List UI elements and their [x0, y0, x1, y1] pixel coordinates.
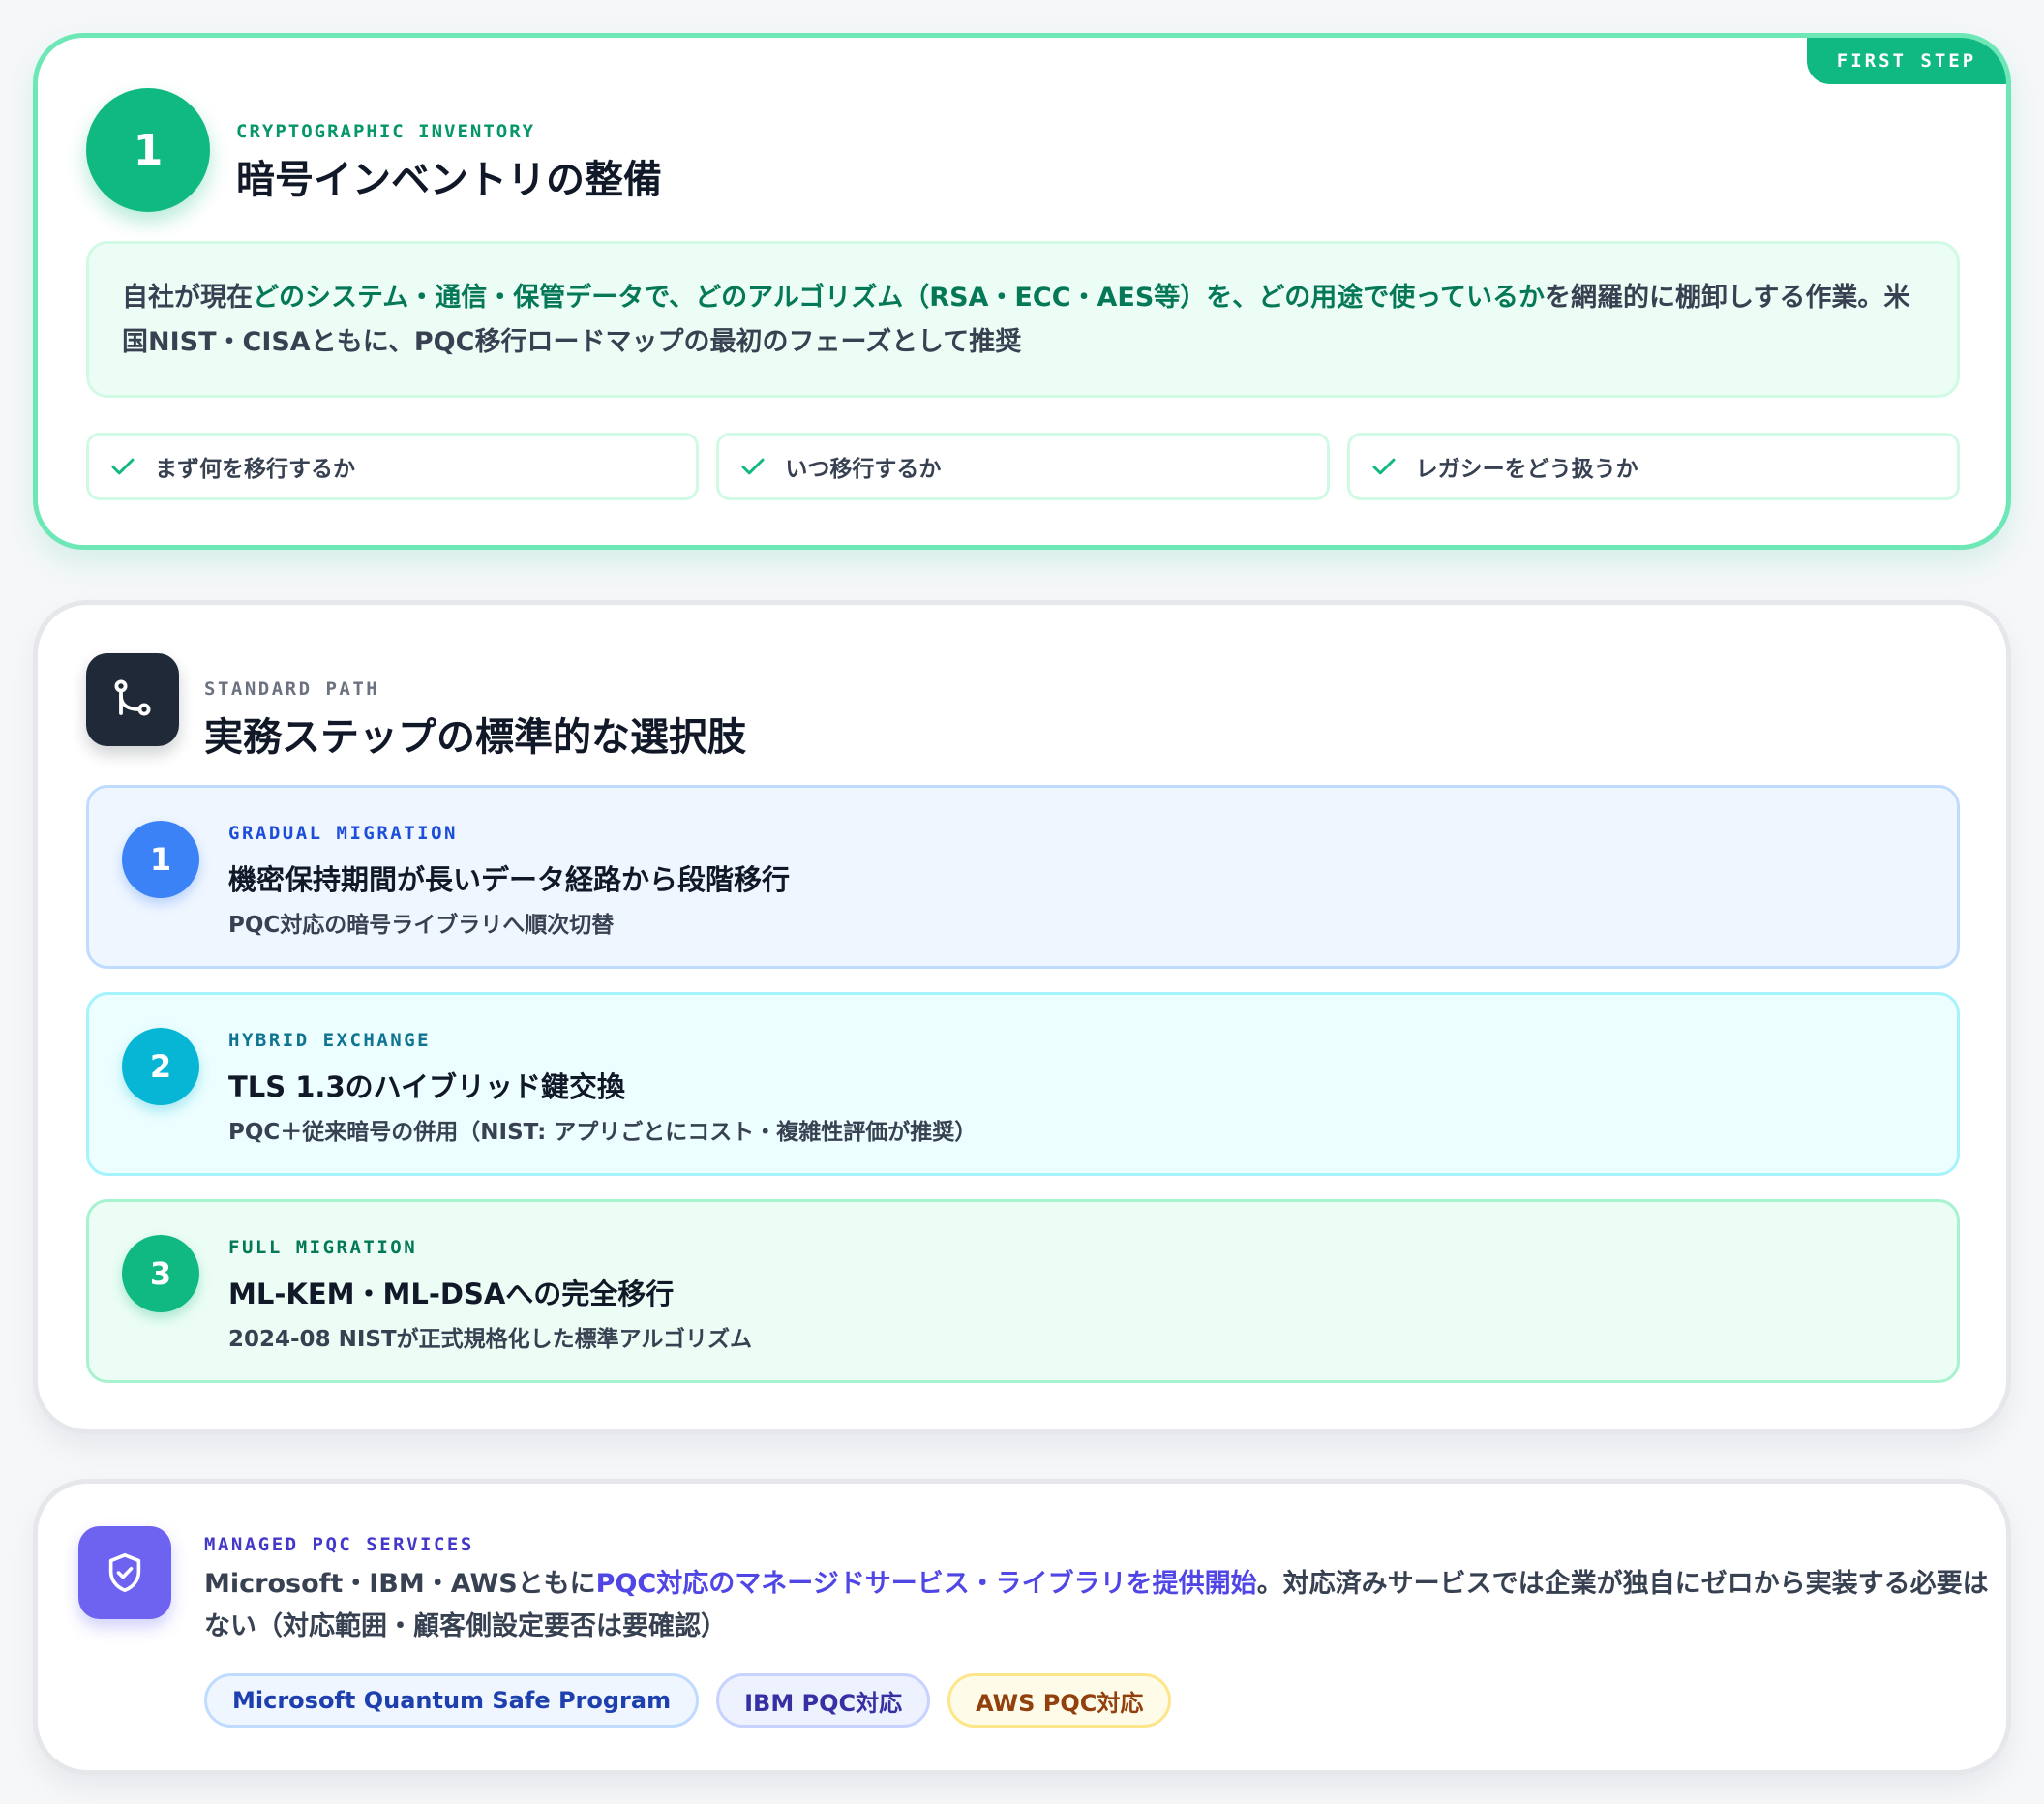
- inventory-eyebrow: CRYPTOGRAPHIC INVENTORY: [236, 121, 536, 142]
- inventory-title: 暗号インベントリの整備: [236, 158, 662, 202]
- step-number-badge: 2: [122, 1028, 199, 1105]
- checklist-item: いつ移行するか: [716, 433, 1330, 500]
- step-title: TLS 1.3のハイブリッド鍵交換: [228, 1070, 626, 1103]
- checklist-item-label: レガシーをどう扱うか: [1415, 457, 1638, 482]
- check-icon: [741, 458, 765, 475]
- check-icon: [1372, 458, 1396, 475]
- step-number-badge: 1: [122, 821, 199, 898]
- managed-services-card: MANAGED PQC SERVICES Microsoft・IBM・AWSとも…: [33, 1479, 2011, 1775]
- checklist-item: まず何を移行するか: [86, 433, 700, 500]
- git-branch-icon: [114, 679, 151, 716]
- step-subtitle: PQC対応の暗号ライブラリへ順次切替: [228, 913, 615, 938]
- tag-aws: AWS PQC対応: [947, 1673, 1172, 1728]
- step-key: HYBRID EXCHANGE: [228, 1030, 432, 1051]
- shield-check-icon: [108, 1552, 141, 1593]
- step-subtitle: PQC＋従来暗号の併用（NIST: アプリごとにコスト・複雑性評価が推奨）: [228, 1120, 977, 1145]
- step-key: GRADUAL MIGRATION: [228, 823, 458, 844]
- check-icon: [111, 458, 135, 475]
- standard-path-card: STANDARD PATH 実務ステップの標準的な選択肢 1 GRADUAL M…: [33, 600, 2011, 1434]
- inventory-description: 自社が現在どのシステム・通信・保管データで、どのアルゴリズム（RSA・ECC・A…: [86, 241, 1960, 398]
- git-branch-icon-box: [86, 653, 179, 746]
- step-title: 機密保持期間が長いデータ経路から段階移行: [228, 863, 791, 896]
- inventory-desc-text: 自社が現在: [122, 283, 253, 313]
- step-number-badge: 3: [122, 1235, 199, 1312]
- step-title: ML-KEM・ML-DSAへの完全移行: [228, 1278, 675, 1310]
- tag-ibm: IBM PQC対応: [716, 1673, 931, 1728]
- standard-path-title: 実務ステップの標準的な選択肢: [204, 715, 746, 760]
- tag-microsoft: Microsoft Quantum Safe Program: [204, 1673, 700, 1728]
- managed-description: Microsoft・IBM・AWSともにPQC対応のマネージドサービス・ライブラ…: [204, 1563, 2004, 1648]
- inventory-card: FIRST STEP 1 CRYPTOGRAPHIC INVENTORY 暗号イ…: [33, 33, 2011, 550]
- managed-desc-text: Microsoft・IBM・AWSともに: [204, 1569, 596, 1599]
- standard-path-eyebrow: STANDARD PATH: [204, 678, 380, 700]
- checklist-item-label: いつ移行するか: [785, 457, 942, 482]
- first-step-badge: FIRST STEP: [1807, 38, 2006, 84]
- step-hybrid-exchange: 2 HYBRID EXCHANGE TLS 1.3のハイブリッド鍵交換 PQC＋…: [86, 992, 1960, 1176]
- shield-icon-box: [78, 1526, 171, 1619]
- vendor-tags: Microsoft Quantum Safe Program IBM PQC対応…: [204, 1673, 1172, 1728]
- managed-desc-highlight: PQC対応のマネージドサービス・ライブラリを提供開始: [595, 1569, 1257, 1599]
- checklist-item: レガシーをどう扱うか: [1346, 433, 1960, 500]
- step-key: FULL MIGRATION: [228, 1237, 418, 1258]
- step-gradual-migration: 1 GRADUAL MIGRATION 機密保持期間が長いデータ経路から段階移行…: [86, 785, 1960, 969]
- inventory-number-badge: 1: [86, 88, 210, 212]
- inventory-checklist: まず何を移行するか いつ移行するか レガシーをどう扱うか: [86, 433, 1960, 500]
- step-full-migration: 3 FULL MIGRATION ML-KEM・ML-DSAへの完全移行 202…: [86, 1199, 1960, 1383]
- managed-eyebrow: MANAGED PQC SERVICES: [204, 1534, 474, 1555]
- step-subtitle: 2024-08 NISTが正式規格化した標準アルゴリズム: [228, 1327, 752, 1352]
- inventory-desc-highlight: どのシステム・通信・保管データで、どのアルゴリズム（RSA・ECC・AES等）を…: [253, 283, 1545, 313]
- checklist-item-label: まず何を移行するか: [155, 457, 355, 482]
